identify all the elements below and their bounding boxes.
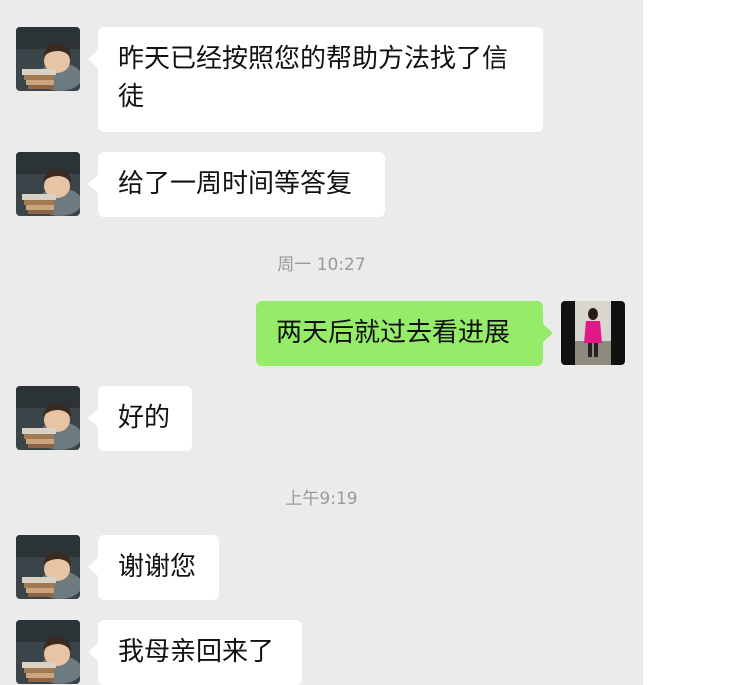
- message-bubble-incoming[interactable]: 谢谢您: [88, 535, 219, 600]
- contact-avatar[interactable]: [16, 535, 80, 599]
- chat-area[interactable]: 昨天已经按照您的帮助方法找了信徒 给了一周时间等答复 周一 10:27 两天后就…: [0, 0, 643, 685]
- contact-avatar[interactable]: [16, 152, 80, 216]
- message-bubble-incoming[interactable]: 我母亲回来了: [88, 620, 302, 685]
- message-bubble-incoming[interactable]: 好的: [88, 386, 192, 451]
- user-avatar[interactable]: [561, 301, 625, 365]
- timestamp: 周一 10:27: [277, 255, 366, 275]
- contact-avatar[interactable]: [16, 620, 80, 684]
- contact-avatar[interactable]: [16, 386, 80, 450]
- message-bubble-incoming[interactable]: 给了一周时间等答复: [88, 152, 385, 217]
- timestamp: 上午9:19: [285, 489, 358, 509]
- message-bubble-outgoing[interactable]: 两天后就过去看进展: [256, 301, 553, 366]
- message-bubble-incoming[interactable]: 昨天已经按照您的帮助方法找了信徒: [88, 27, 543, 132]
- contact-avatar[interactable]: [16, 27, 80, 91]
